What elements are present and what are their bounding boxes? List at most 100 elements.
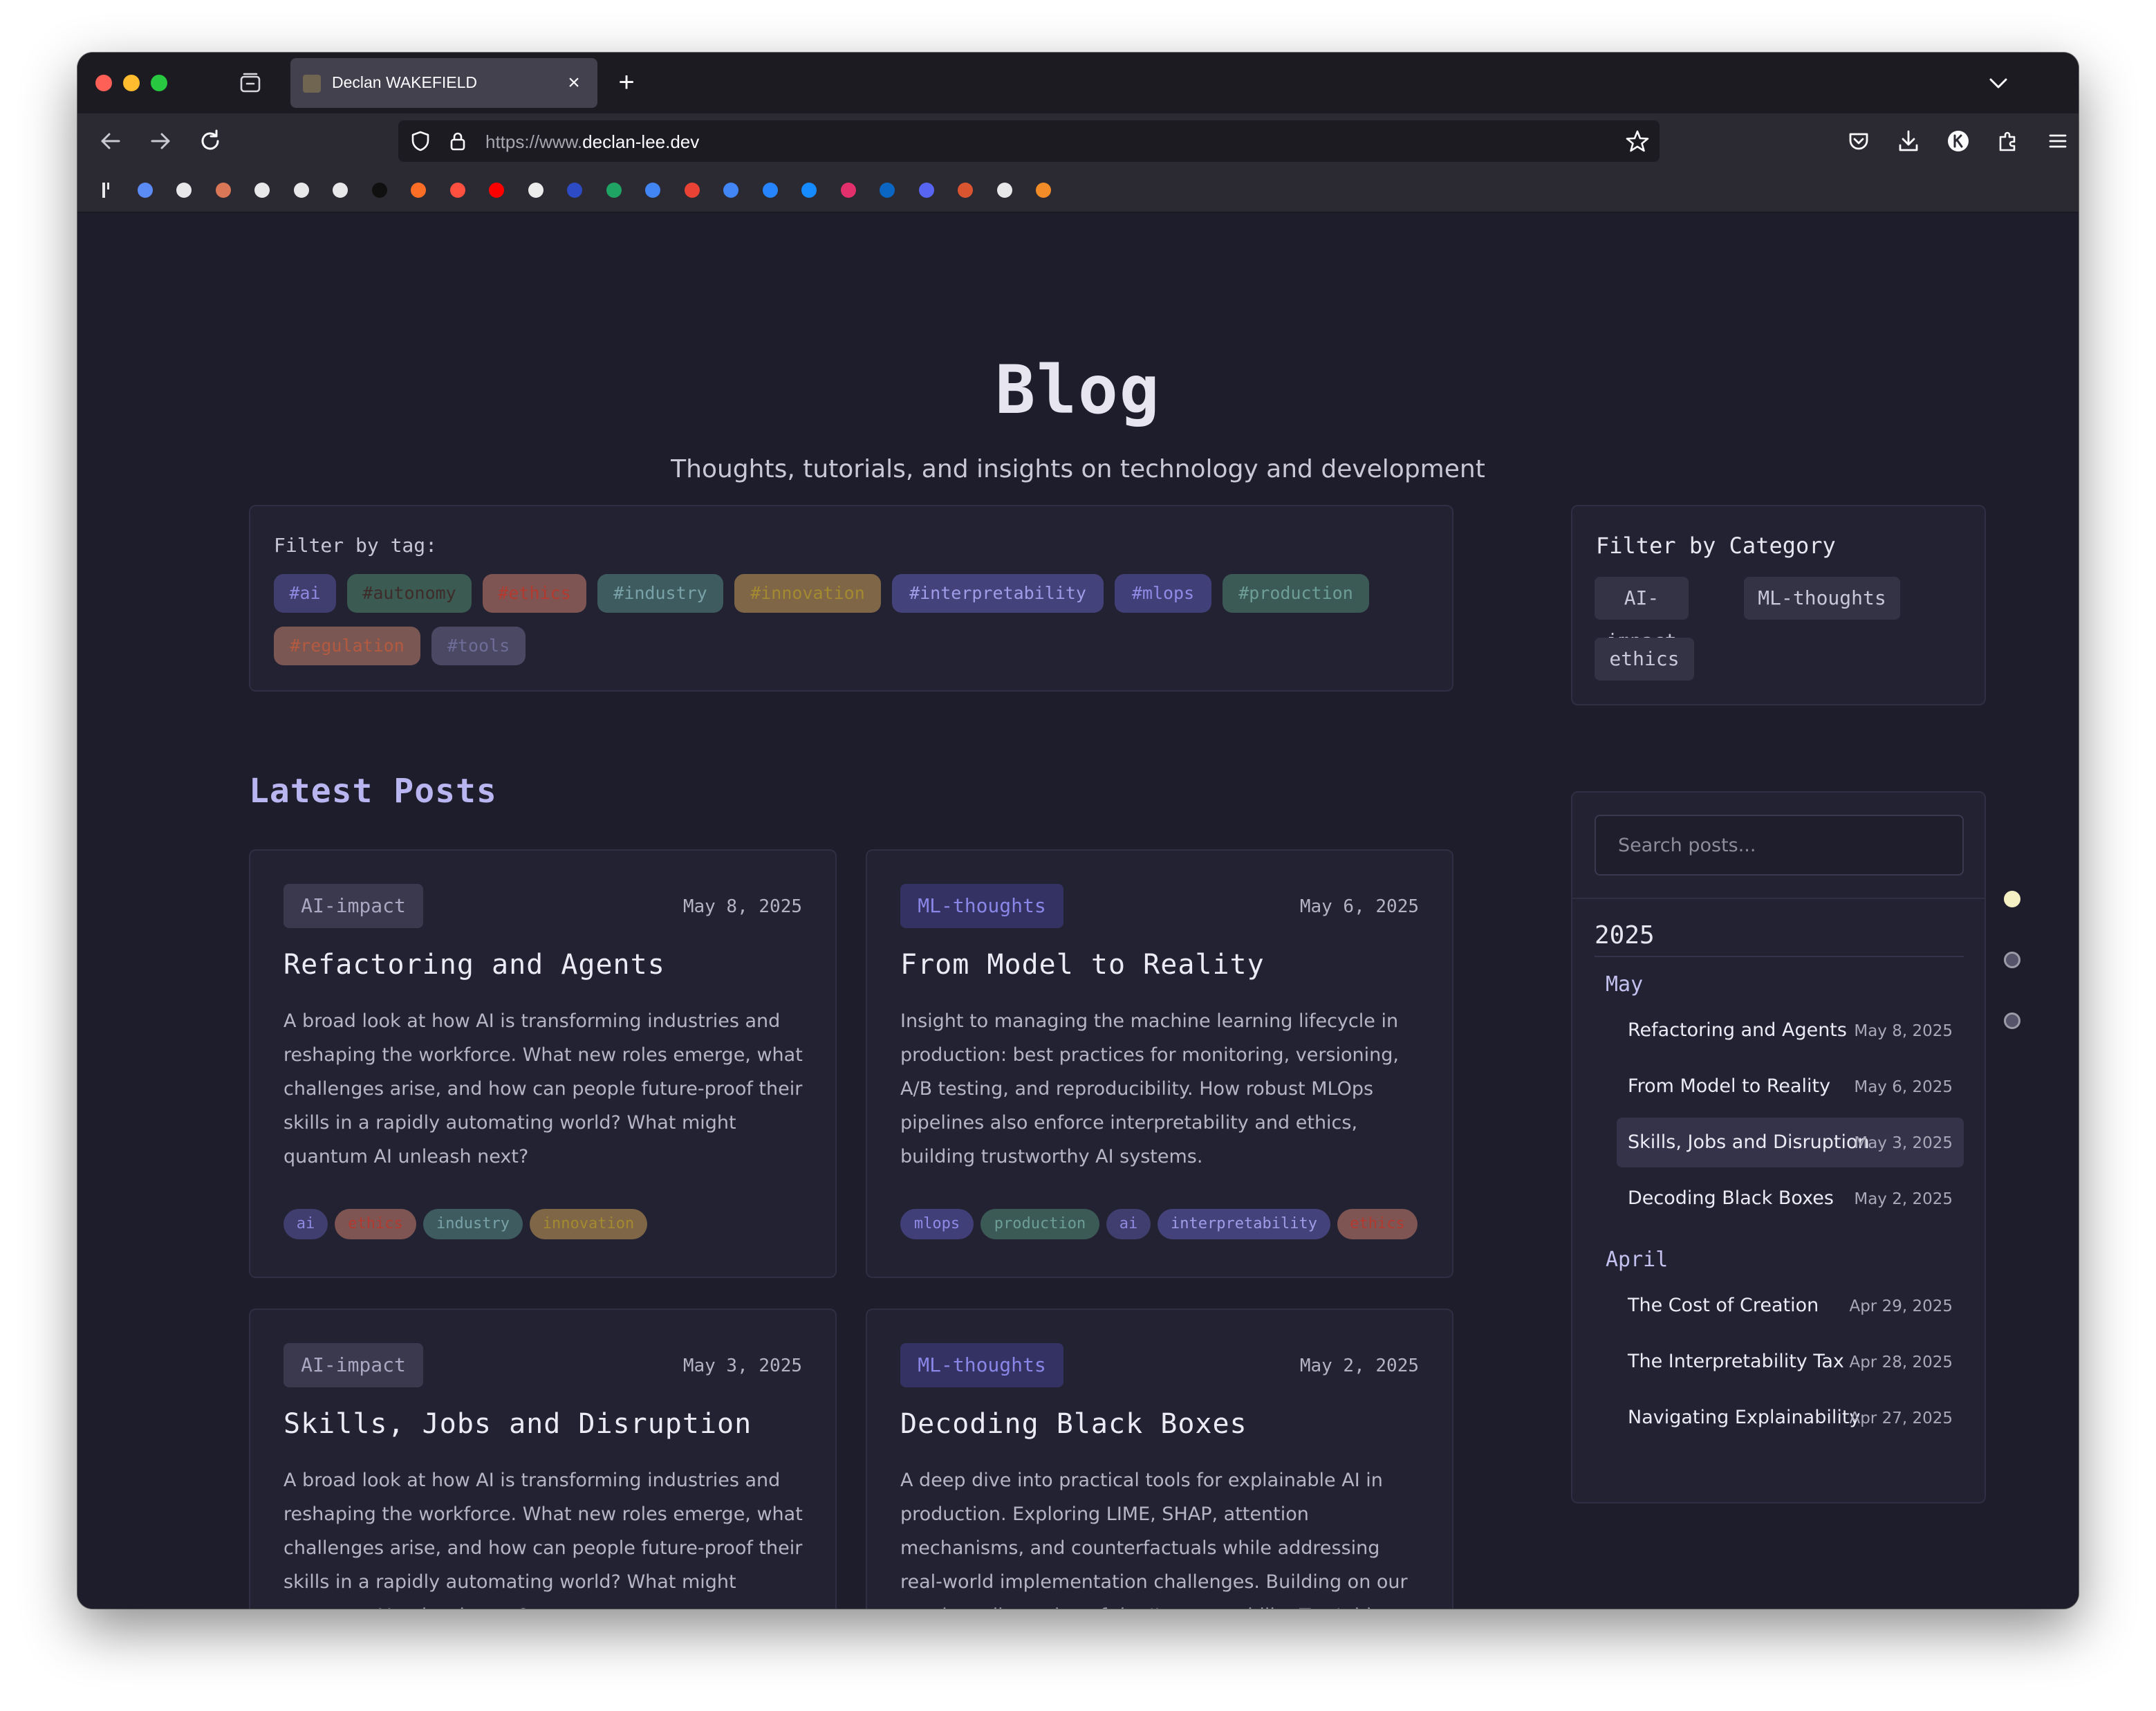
perplexity-icon[interactable]: [174, 180, 194, 201]
post-tag-ethics[interactable]: ethics: [1337, 1209, 1418, 1239]
close-window-button[interactable]: [95, 75, 112, 91]
section-nav-dot[interactable]: [2004, 952, 2020, 968]
post-excerpt: A broad look at how AI is transforming i…: [284, 1010, 803, 1167]
instagram-icon[interactable]: [838, 180, 859, 201]
post-title[interactable]: Decoding Black Boxes: [900, 1408, 1247, 1440]
discord-icon[interactable]: [916, 180, 937, 201]
x-icon[interactable]: [252, 180, 272, 201]
google-drive-icon[interactable]: [604, 180, 624, 201]
post-title[interactable]: Skills, Jobs and Disruption: [284, 1408, 752, 1440]
archive-post-link[interactable]: Decoding Black Boxes May 2, 2025: [1617, 1174, 1964, 1223]
cube-icon[interactable]: [330, 180, 351, 201]
tag-filter-interpretability[interactable]: #interpretability: [892, 574, 1104, 613]
tag-filter-ethics[interactable]: #ethics: [483, 574, 586, 613]
post-tag-ethics[interactable]: ethics: [335, 1209, 416, 1239]
gemini-icon[interactable]: [135, 180, 156, 201]
post-excerpt: Insight to managing the machine learning…: [900, 1010, 1399, 1167]
post-category-badge[interactable]: AI-impact: [284, 1343, 423, 1387]
archive-post-link[interactable]: From Model to Reality May 6, 2025: [1617, 1062, 1964, 1111]
post-card[interactable]: AI-impact May 8, 2025 Refactoring and Agen…: [249, 849, 837, 1278]
tag-filter-innovation[interactable]: #innovation: [734, 574, 881, 613]
product-hunt-icon[interactable]: [955, 180, 976, 201]
github-icon[interactable]: [369, 180, 390, 201]
archive-post-link[interactable]: Navigating Explainability Apr 27, 2025: [1617, 1393, 1964, 1443]
tag-filter-industry[interactable]: #industry: [597, 574, 723, 613]
new-tab-button[interactable]: +: [610, 66, 643, 100]
back-arrow-icon[interactable]: [97, 127, 124, 155]
reload-icon[interactable]: [196, 127, 224, 155]
hacker-news-icon[interactable]: [447, 180, 468, 201]
pocket-icon[interactable]: [1845, 127, 1872, 155]
category-filter-panel: Filter by Category AI-impact ML-thoughts…: [1571, 505, 1986, 705]
lock-icon[interactable]: [447, 130, 469, 152]
archive-month-may: May: [1606, 972, 1644, 997]
shield-icon[interactable]: [409, 130, 431, 152]
category-chip-ml-thoughts[interactable]: ML-thoughts: [1744, 577, 1900, 620]
year-divider: [1595, 956, 1964, 957]
linkedin-icon[interactable]: [877, 180, 898, 201]
post-tag-ai[interactable]: ai: [284, 1209, 328, 1239]
tag-filter-regulation[interactable]: #regulation: [274, 627, 420, 665]
openai-icon[interactable]: [291, 180, 312, 201]
post-tag-mlops[interactable]: mlops: [900, 1209, 974, 1239]
post-tag-interpretability[interactable]: interpretability: [1158, 1209, 1330, 1239]
url-domain: declan-lee.dev: [582, 131, 700, 152]
medium-icon[interactable]: [564, 180, 585, 201]
post-card[interactable]: AI-impact May 3, 2025 Skills, Jobs and Dis…: [249, 1308, 837, 1609]
account-avatar-icon[interactable]: [1944, 127, 1972, 155]
package-icon[interactable]: [1033, 180, 1054, 201]
tab-overview-icon[interactable]: [238, 71, 263, 95]
google-docs-icon[interactable]: [721, 180, 741, 201]
tag-filter-ai[interactable]: #ai: [274, 574, 336, 613]
forward-arrow-icon[interactable]: [147, 127, 174, 155]
archive-post-date: Apr 27, 2025: [1849, 1409, 1953, 1427]
section-nav-dot[interactable]: [2004, 1012, 2020, 1029]
download-icon[interactable]: [1895, 127, 1922, 155]
minimize-window-button[interactable]: [123, 75, 140, 91]
archive-post-link[interactable]: Skills, Jobs and Disruption May 3, 2025: [1617, 1118, 1964, 1167]
post-category-badge[interactable]: ML-thoughts: [900, 884, 1063, 928]
papers-icon[interactable]: [526, 180, 546, 201]
globe-icon[interactable]: [994, 180, 1015, 201]
search-input[interactable]: [1595, 815, 1964, 876]
post-tag-industry[interactable]: industry: [423, 1209, 523, 1239]
post-title[interactable]: From Model to Reality: [900, 949, 1265, 981]
google-calendar-icon[interactable]: [642, 180, 663, 201]
post-card[interactable]: ML-thoughts May 6, 2025 From Model to Real…: [866, 849, 1453, 1278]
url-text[interactable]: https://www.declan-lee.dev: [485, 131, 699, 153]
post-title[interactable]: Refactoring and Agents: [284, 949, 665, 981]
tag-filter-production[interactable]: #production: [1223, 574, 1369, 613]
post-category-badge[interactable]: AI-impact: [284, 884, 423, 928]
maximize-window-button[interactable]: [151, 75, 167, 91]
gmail-icon[interactable]: [682, 180, 703, 201]
bookmark-bar-icon[interactable]: [95, 180, 116, 201]
claude-icon[interactable]: [213, 180, 234, 201]
post-card[interactable]: ML-thoughts May 2, 2025 Decoding Black Box…: [866, 1308, 1453, 1609]
jira-icon[interactable]: [760, 180, 781, 201]
tag-filter-tools[interactable]: #tools: [431, 627, 526, 665]
tab-close-button[interactable]: ×: [560, 69, 588, 97]
post-tag-innovation[interactable]: innovation: [530, 1209, 647, 1239]
post-category-badge[interactable]: ML-thoughts: [900, 1343, 1063, 1387]
archive-post-link[interactable]: The Cost of Creation Apr 29, 2025: [1617, 1281, 1964, 1331]
youtube-icon[interactable]: [486, 180, 507, 201]
url-bar[interactable]: https://www.declan-lee.dev: [398, 120, 1660, 162]
category-chip-ethics[interactable]: ethics: [1595, 638, 1694, 681]
archive-post-link[interactable]: The Interpretability Tax Apr 28, 2025: [1617, 1337, 1964, 1387]
chevron-down-icon[interactable]: [1985, 69, 2012, 97]
hamburger-menu-icon[interactable]: [2044, 127, 2072, 155]
section-nav-dot[interactable]: [2004, 891, 2020, 907]
archive-post-title: Decoding Black Boxes: [1628, 1187, 1834, 1209]
messenger-icon[interactable]: [799, 180, 819, 201]
bookmark-star-icon[interactable]: [1625, 129, 1650, 154]
post-tag-ai[interactable]: ai: [1106, 1209, 1151, 1239]
archive-post-title: From Model to Reality: [1628, 1075, 1831, 1097]
active-tab[interactable]: Declan WAKEFIELD ×: [290, 58, 597, 108]
tag-filter-mlops[interactable]: #mlops: [1115, 574, 1211, 613]
gitlab-icon[interactable]: [408, 180, 429, 201]
extensions-puzzle-icon[interactable]: [1994, 127, 2022, 155]
archive-post-link[interactable]: Refactoring and Agents May 8, 2025: [1617, 1006, 1964, 1055]
tag-filter-autonomy[interactable]: #autonomy: [347, 574, 472, 613]
post-tag-production[interactable]: production: [981, 1209, 1099, 1239]
category-chip-ai-impact[interactable]: AI-impact: [1595, 577, 1689, 652]
